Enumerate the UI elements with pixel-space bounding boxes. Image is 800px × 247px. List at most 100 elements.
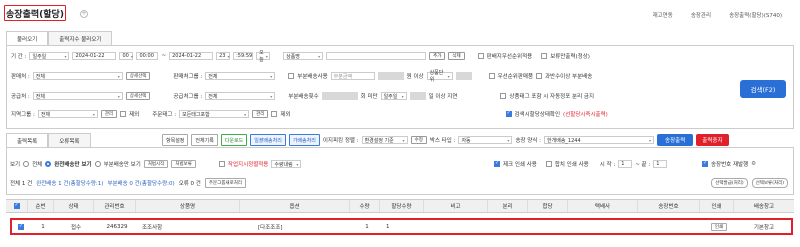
col-print[interactable]: 인쇄 — [700, 200, 734, 212]
date-from-input[interactable]: 2024-01-22 — [72, 52, 117, 60]
view-full-radio[interactable] — [45, 161, 52, 167]
partial-amount-value[interactable] — [377, 72, 404, 80]
row-print-button-cell: 인쇄 — [702, 220, 736, 233]
merge-print-checkbox[interactable] — [545, 161, 552, 167]
week-select[interactable]: 일주일 — [380, 92, 407, 100]
delay-days-input[interactable] — [409, 92, 426, 100]
settings-gear-icon[interactable]: ⚙ — [751, 161, 756, 167]
region-manage-button[interactable]: 관리 — [100, 110, 118, 118]
seller-select[interactable]: 전체 — [32, 72, 123, 80]
supplier-select[interactable]: 전체 — [32, 92, 123, 100]
row-product: 조조사항 — [142, 224, 163, 231]
check-print-checkbox[interactable] — [494, 160, 500, 167]
supplier-detail-button[interactable]: 상세선택 — [125, 92, 151, 100]
modify-button[interactable]: 수정 — [410, 136, 427, 144]
hold-only-checkbox[interactable] — [541, 53, 548, 59]
all-records-button[interactable]: 전체기록 — [191, 134, 218, 146]
table-header: 순번 상태 관리번호 상품명 옵션 수량 할당수량 비고 분리 합당 택배사 송… — [6, 199, 794, 213]
date-to-input[interactable]: 2024-01-22 — [169, 52, 214, 60]
col-courier[interactable]: 택배사 — [568, 200, 638, 212]
row-checkbox[interactable] — [12, 220, 30, 233]
seller-detail-button[interactable]: 상세선택 — [125, 72, 151, 80]
start-input[interactable]: 1 — [618, 160, 633, 168]
tab-output-list[interactable]: 출력목록 — [6, 133, 49, 147]
search-button[interactable]: 검색(F2) — [740, 80, 786, 98]
supplier-group-select[interactable]: 전체 — [205, 92, 276, 100]
view-partial-radio[interactable] — [94, 161, 101, 167]
split-priority-checkbox[interactable] — [477, 53, 484, 59]
region-select[interactable]: 전체 — [37, 110, 98, 118]
table-row[interactable]: 1 접수 246329 조조사항 [다조조조] 1 1 인쇄 기본창고 — [10, 218, 793, 235]
today-select[interactable]: 오늘 — [256, 50, 271, 63]
tab-load-count[interactable]: 출력지수 불러오기 — [48, 31, 113, 45]
partial-count-input[interactable] — [321, 92, 358, 100]
split-start-button[interactable]: 처법시작 — [143, 160, 169, 168]
regroup-button[interactable]: 주문그룹새로처리 — [204, 178, 246, 188]
product-input[interactable] — [326, 52, 427, 60]
delete-button[interactable]: 삭제 — [448, 52, 465, 60]
partial-amount-input[interactable]: 부분금액 — [330, 72, 375, 80]
col-invoice[interactable]: 송장번호 — [638, 200, 700, 212]
col-split[interactable]: 분리 — [488, 200, 528, 212]
breadcrumb-item[interactable]: 재고연동 — [653, 11, 673, 19]
row-status: 접수 — [70, 224, 82, 231]
select-all-checkbox[interactable] — [6, 200, 28, 212]
split-hold-button[interactable]: 처법보류 — [171, 160, 196, 168]
col-qty[interactable]: 수량 — [350, 200, 380, 212]
product-select[interactable]: 상품명 — [283, 52, 324, 60]
order-tag-select[interactable]: 모든태그포함 — [179, 110, 250, 118]
over-qty-checkbox[interactable] — [536, 73, 542, 79]
select-hold-button[interactable]: 선택보류(처리) — [751, 178, 788, 188]
order-tag-exclude-checkbox[interactable] — [271, 111, 278, 117]
stop-print-button[interactable]: 출력중지 — [696, 134, 729, 146]
temp-ship-button[interactable]: 가배송처리 — [288, 134, 320, 146]
auto-sort-checkbox[interactable] — [218, 161, 225, 167]
summary-full: 완전배송 1 건(총할당수량:1) — [36, 181, 104, 187]
region-exclude-checkbox[interactable] — [120, 111, 127, 117]
tab-error-list[interactable]: 오류목록 — [48, 133, 91, 147]
bulk-ship-button[interactable]: 일괄배송처리 — [250, 134, 286, 146]
column-settings-button[interactable]: 항목설정 — [162, 134, 189, 146]
add-button[interactable]: 추가 — [429, 52, 446, 60]
product-unit-select[interactable]: 상품단위 — [426, 70, 453, 83]
download-button[interactable]: 다운로드 — [220, 134, 248, 146]
box-type-select[interactable]: 자동 — [458, 136, 513, 144]
period-select[interactable]: 일주일 — [29, 52, 70, 60]
hour-from-select[interactable]: 00 — [119, 52, 134, 60]
tag-include-checkbox[interactable] — [500, 93, 507, 99]
tab-load[interactable]: 불러오기 — [6, 31, 49, 45]
order-tag-manage-button[interactable]: 관리 — [252, 110, 269, 118]
load-tabs: 불러오기 출력지수 불러오기 — [6, 31, 113, 45]
breadcrumb-item[interactable]: 송장관리 — [691, 11, 711, 19]
col-merge[interactable]: 합당 — [528, 200, 568, 212]
col-note[interactable]: 비고 — [424, 200, 488, 212]
seller-group-select[interactable]: 전체 — [205, 72, 276, 80]
invoice-form-select[interactable]: 한개배송_1244 — [544, 136, 655, 144]
min-from-input[interactable]: 00:00 — [136, 52, 159, 60]
min-to-input[interactable]: :59:59 — [233, 52, 254, 60]
reprint-checkbox[interactable] — [702, 160, 708, 167]
view-options: 보기 전체 완전배송만 보기 부분배송만 보기 처법시작 처법보류 작업지시정렬… — [10, 160, 302, 168]
filter-panel: 기 간 : 일주일 2024-01-22 00 00:00 ~ 2024-01-… — [6, 45, 794, 129]
col-status[interactable]: 상태 — [54, 200, 94, 212]
col-alloc[interactable]: 할당수량 — [380, 200, 424, 212]
picking-sort-select[interactable]: 환경설정 기준 — [361, 136, 408, 144]
col-code[interactable]: 관리번호 — [94, 200, 136, 212]
reprint-option: 송장번호 재발행 ⚙ — [702, 160, 756, 168]
priority-stock-checkbox[interactable] — [488, 73, 495, 79]
col-option[interactable]: 옵션 — [240, 200, 350, 212]
col-seq[interactable]: 순번 — [28, 200, 54, 212]
col-product[interactable]: 상품명 — [136, 200, 240, 212]
print-invoice-button[interactable]: 송장출력 — [657, 134, 694, 146]
col-warehouse[interactable]: 배송창고 — [734, 200, 794, 212]
view-all-radio[interactable] — [23, 161, 30, 167]
select-apply-button[interactable]: 선택발급(처리) — [711, 178, 748, 188]
breadcrumb: 재고연동 송장관리 송장출력(할당)(S740) — [653, 11, 782, 19]
sort-select[interactable]: 수량내림 — [271, 160, 302, 168]
row-print-button[interactable]: 인쇄 — [710, 222, 728, 231]
partial-use-checkbox[interactable] — [288, 73, 295, 79]
end-input[interactable]: 1 — [653, 160, 668, 168]
add-favorite-icon[interactable]: + — [80, 10, 88, 18]
search-status-checkbox[interactable] — [505, 110, 512, 117]
hour-to-select[interactable]: 23 — [216, 52, 231, 60]
